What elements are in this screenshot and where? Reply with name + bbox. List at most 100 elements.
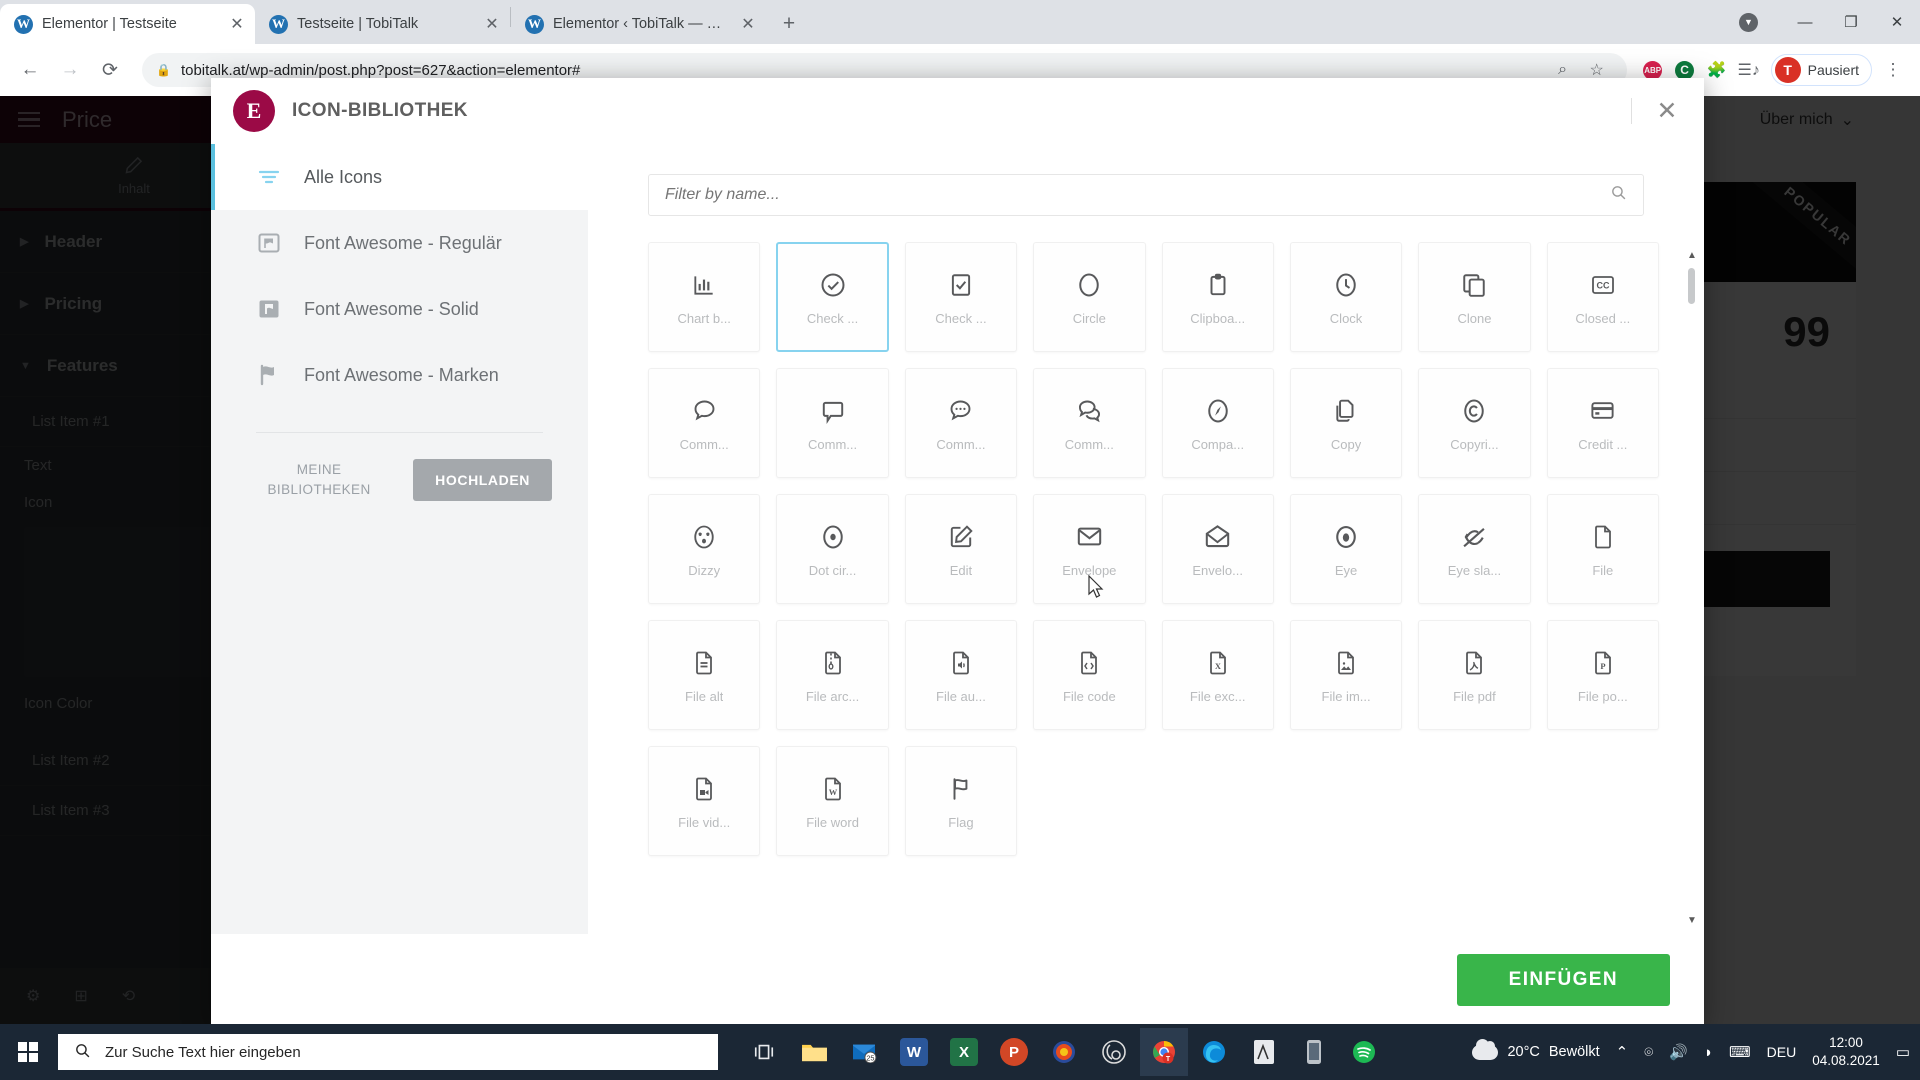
- close-icon[interactable]: ✕: [1652, 96, 1682, 126]
- upload-button[interactable]: HOCHLADEN: [413, 459, 552, 501]
- icon-cell-comment-alt[interactable]: Comm...: [776, 368, 889, 478]
- volume-icon[interactable]: 🔊: [1669, 1043, 1688, 1061]
- sidebar-item-font-awesome-marken[interactable]: Font Awesome - Marken: [211, 342, 588, 408]
- scroll-up-icon[interactable]: ▲: [1687, 250, 1697, 261]
- elementor-logo-icon: E: [233, 90, 275, 132]
- minimize-button[interactable]: —: [1782, 6, 1828, 38]
- icon-cell-credit-card[interactable]: Credit ...: [1546, 368, 1659, 478]
- icon-cell-compass[interactable]: Compa...: [1161, 368, 1274, 478]
- sidebar-item-font-awesome-regular[interactable]: Font Awesome - Regulär: [211, 210, 588, 276]
- icon-cell-eye[interactable]: Eye: [1289, 494, 1403, 604]
- address-bar-url: tobitalk.at/wp-admin/post.php?post=627&a…: [180, 61, 581, 79]
- icon-cell-file-powerpoint[interactable]: P File po...: [1546, 620, 1659, 730]
- icon-cell-file-image[interactable]: File im...: [1289, 620, 1403, 730]
- browser-tab-1[interactable]: W Elementor | Testseite ✕: [0, 4, 255, 44]
- icon-cell-copy[interactable]: Copy: [1289, 368, 1403, 478]
- icon-cell-file[interactable]: File: [1546, 494, 1659, 604]
- icon-cell-file-archive[interactable]: File arc...: [776, 620, 889, 730]
- chrome-menu-icon[interactable]: ⋮: [1878, 55, 1908, 85]
- icon-cell-dot-circle[interactable]: Dot cir...: [776, 494, 889, 604]
- icon-cell-file-video[interactable]: File vid...: [648, 746, 761, 856]
- search-icon[interactable]: [1610, 184, 1627, 206]
- icon-cell-copyright[interactable]: Copyri...: [1418, 368, 1531, 478]
- icon-caption: Flag: [948, 814, 974, 830]
- window-close-button[interactable]: ✕: [1874, 6, 1920, 38]
- icon-caption: Check ...: [935, 310, 987, 326]
- media-list-icon[interactable]: ☰♪: [1733, 54, 1765, 86]
- edge-icon[interactable]: [1190, 1028, 1238, 1076]
- word-icon[interactable]: W: [890, 1028, 938, 1076]
- illustrator-icon[interactable]: [1240, 1028, 1288, 1076]
- phone-icon[interactable]: [1290, 1028, 1338, 1076]
- start-button-icon[interactable]: [0, 1024, 56, 1080]
- browser-tab-2[interactable]: W Testseite | TobiTalk ✕: [255, 4, 510, 44]
- sidebar-item-alle-icons[interactable]: Alle Icons: [211, 144, 588, 210]
- icon-cell-clipboard[interactable]: Clipboa...: [1161, 242, 1274, 352]
- icon-cell-eye-slash[interactable]: Eye sla...: [1418, 494, 1531, 604]
- clock[interactable]: 12:00 04.08.2021: [1812, 1034, 1880, 1070]
- icon-cell-envelope[interactable]: Envelope: [1033, 494, 1146, 604]
- icon-cell-comments[interactable]: Comm...: [1033, 368, 1146, 478]
- keyboard-icon[interactable]: ⌨: [1729, 1043, 1751, 1061]
- language-indicator[interactable]: DEU: [1767, 1044, 1797, 1060]
- show-hidden-icons-chevron-icon[interactable]: ⌃: [1616, 1043, 1629, 1061]
- icon-cell-file-word[interactable]: W File word: [776, 746, 889, 856]
- back-icon[interactable]: ←: [12, 52, 48, 88]
- new-tab-button[interactable]: +: [774, 9, 804, 39]
- browser-tab-3[interactable]: W Elementor ‹ TobiTalk — WordPre ✕: [511, 4, 766, 44]
- obs-icon[interactable]: [1090, 1028, 1138, 1076]
- chrome-icon[interactable]: T: [1140, 1028, 1188, 1076]
- notifications-icon[interactable]: ▭: [1896, 1043, 1910, 1061]
- close-icon[interactable]: ✕: [482, 14, 502, 34]
- mail-icon[interactable]: 25: [840, 1028, 888, 1076]
- task-view-icon[interactable]: [740, 1028, 788, 1076]
- scrollbar-thumb[interactable]: [1688, 268, 1695, 304]
- icon-cell-circle[interactable]: Circle: [1033, 242, 1146, 352]
- forward-icon[interactable]: →: [52, 52, 88, 88]
- icon-cell-file-code[interactable]: File code: [1033, 620, 1146, 730]
- icon-cell-flag[interactable]: Flag: [904, 746, 1018, 856]
- insert-button[interactable]: EINFÜGEN: [1456, 954, 1670, 1006]
- close-icon[interactable]: ✕: [227, 14, 247, 34]
- grid-scrollbar[interactable]: ▲ ▼: [1680, 242, 1704, 934]
- powerpoint-icon[interactable]: P: [990, 1028, 1038, 1076]
- maximize-button[interactable]: ❐: [1828, 6, 1874, 38]
- icon-cell-file-excel[interactable]: X File exc...: [1161, 620, 1274, 730]
- icon-cell-comment[interactable]: Comm...: [648, 368, 761, 478]
- icon-caption: Clock: [1329, 310, 1363, 326]
- profile-button[interactable]: T Pausiert: [1770, 54, 1872, 86]
- icon-caption: Clipboa...: [1190, 310, 1246, 326]
- excel-icon[interactable]: X: [940, 1028, 988, 1076]
- icon-cell-clone[interactable]: Clone: [1418, 242, 1531, 352]
- taskbar-search-box[interactable]: Zur Suche Text hier eingeben: [58, 1034, 718, 1070]
- scroll-down-icon[interactable]: ▼: [1687, 915, 1697, 926]
- icon-cell-envelope-open[interactable]: Envelo...: [1161, 494, 1274, 604]
- icon-cell-edit[interactable]: Edit: [904, 494, 1018, 604]
- chevron-down-icon[interactable]: ▼: [1739, 12, 1758, 32]
- file-explorer-icon[interactable]: [790, 1028, 838, 1076]
- envelope-open-icon: [1204, 521, 1231, 553]
- icon-cell-clock[interactable]: Clock: [1289, 242, 1403, 352]
- spotify-icon[interactable]: [1340, 1028, 1388, 1076]
- icon-caption: Closed ...: [1575, 310, 1631, 326]
- weather-widget[interactable]: 20°C Bewölkt: [1472, 1038, 1600, 1060]
- icon-cell-comment-dots[interactable]: Comm...: [904, 368, 1018, 478]
- wifi-icon[interactable]: ◗: [1704, 1044, 1713, 1061]
- icon-cell-file-alt[interactable]: File alt: [648, 620, 761, 730]
- icon-cell-closed-captioning[interactable]: CC Closed ...: [1546, 242, 1659, 352]
- sidebar-item-font-awesome-solid[interactable]: Font Awesome - Solid: [211, 276, 588, 342]
- icon-cell-check-circle[interactable]: Check ...: [776, 242, 889, 352]
- icon-cell-file-audio[interactable]: File au...: [904, 620, 1018, 730]
- modal-header-actions: ✕: [1631, 96, 1682, 126]
- reload-icon[interactable]: ⟳: [92, 52, 128, 88]
- extensions-puzzle-icon[interactable]: 🧩: [1701, 54, 1733, 86]
- search-input[interactable]: [665, 186, 1610, 204]
- icon-cell-file-pdf[interactable]: File pdf: [1418, 620, 1531, 730]
- photoshop-icon[interactable]: [1040, 1028, 1088, 1076]
- icon-cell-check-square[interactable]: Check ...: [904, 242, 1018, 352]
- camera-icon[interactable]: ⌾: [1644, 1044, 1653, 1061]
- close-icon[interactable]: ✕: [738, 14, 758, 34]
- icon-cell-dizzy[interactable]: Dizzy: [648, 494, 761, 604]
- search-box[interactable]: [648, 174, 1644, 216]
- icon-cell-chart-bar[interactable]: Chart b...: [648, 242, 761, 352]
